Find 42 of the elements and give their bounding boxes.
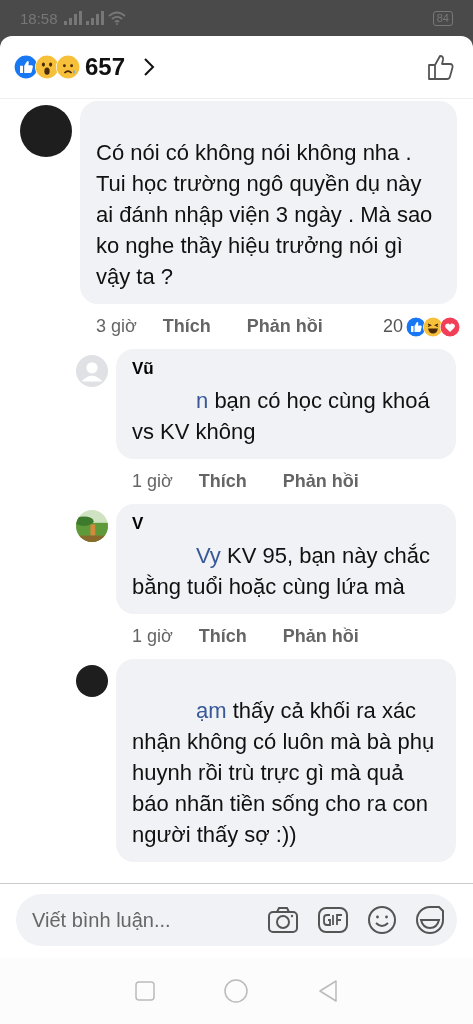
avatar-icon [76, 355, 108, 387]
heart-reaction-icon [440, 316, 460, 337]
sad-reaction-icon [56, 55, 80, 79]
comment-time: 3 giờ [96, 316, 137, 337]
signal-icon [63, 11, 104, 25]
commenter-name: Vũ [132, 359, 154, 379]
comment-text: Vy KV 95, bạn này chắc bằng tuổi hoặc cùng lứa mà [132, 542, 431, 601]
comment-time: 1 giờ [132, 626, 173, 647]
commenter-name: V [132, 514, 144, 534]
like-link[interactable]: Thích [198, 471, 247, 492]
like-button[interactable] [427, 53, 455, 81]
reply-link[interactable]: Phản hồi [282, 626, 359, 647]
gif-icon [317, 906, 349, 934]
wow-reaction-icon [35, 55, 59, 79]
mention-link[interactable]: ạm [196, 698, 227, 723]
comment-field[interactable]: Viết bình luận... [32, 908, 267, 932]
like-link[interactable]: Thích [162, 316, 211, 337]
reply-link[interactable]: Phản hồi [246, 316, 323, 337]
mention-link[interactable]: n [196, 388, 209, 413]
thumbs-up-icon [427, 53, 455, 81]
comment-text: ạm thấy cả khối ra xác nhận không có luôn mà bà phụ huynh rồi trù trực gì mà quả báo nhãn tiền sống cho ra con người thấy sợ :)) [132, 697, 436, 849]
laughing-reaction-icon [423, 316, 443, 337]
avatar-icon [20, 105, 72, 157]
recent-apps-icon [134, 981, 155, 1001]
emoji-icon [367, 905, 397, 935]
wifi-icon [107, 11, 126, 25]
like-link[interactable]: Thích [198, 626, 247, 647]
comment-text: Có nói có không nói không nha . Tui học trường ngô quyền dụ này ai đánh nhập viện 3 ngày . Mà sao ko nghe thầy hiệu trưởng nói gì vậy ta ? [96, 139, 434, 291]
reply-link[interactable]: Phản hồi [282, 471, 359, 492]
comment-text: n bạn có học cùng khoá vs KV không [132, 387, 431, 446]
chevron-right-icon [143, 57, 156, 77]
mention-link[interactable]: Vy [196, 543, 221, 568]
like-reaction-icon [406, 316, 426, 337]
like-reaction-icon [14, 55, 38, 79]
camera-icon [267, 906, 299, 934]
home-icon [224, 979, 249, 1003]
reactions-summary[interactable]: 657 [14, 53, 156, 81]
sticker-icon [415, 905, 445, 935]
avatar-icon [76, 665, 108, 697]
comment-time: 1 giờ [132, 471, 173, 492]
back-icon [318, 980, 339, 1002]
reaction-count: 20 [382, 316, 403, 337]
